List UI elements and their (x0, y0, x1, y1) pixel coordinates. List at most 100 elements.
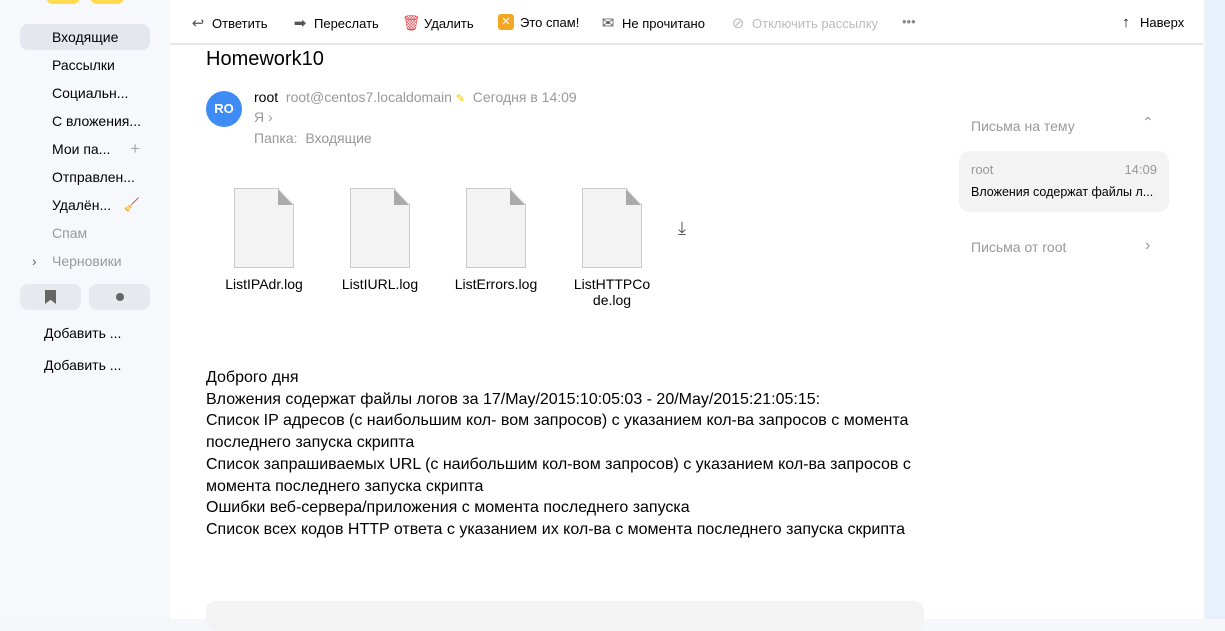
bookmark-icon (45, 290, 56, 304)
from-sender-link[interactable]: Письма от root (971, 239, 1066, 255)
body-line: Список всех кодов HTTP ответа с указание… (206, 520, 906, 538)
body-line: Вложения содержат файлы логов за 17/May/… (206, 390, 821, 408)
folder-name[interactable]: Входящие (305, 130, 371, 146)
add-link[interactable]: Добавить ... (44, 325, 121, 341)
thread-item[interactable]: root 14:09 Вложения содержат файлы л... (959, 151, 1169, 212)
trash-icon: 🗑 (402, 15, 422, 32)
folder-label: Удалён... (52, 197, 112, 213)
plus-icon[interactable]: + (130, 136, 140, 162)
folder-spam[interactable]: Спам (20, 220, 150, 246)
sender-badge-icon: ✎ (455, 93, 465, 105)
envelope-icon: ✉ (601, 15, 615, 32)
folder-my[interactable]: Мои па... + (20, 136, 150, 162)
arrow-up-icon: ↑ (1122, 14, 1130, 31)
folder-inbox[interactable]: Входящие (20, 24, 150, 50)
attachment[interactable]: ListIURL.log (330, 188, 430, 292)
folder-label: Папка: (254, 130, 298, 146)
message-date: Сегодня в 14:09 (472, 89, 577, 105)
chevron-right-icon[interactable]: › (32, 248, 37, 274)
folder-label: Мои па... (52, 141, 111, 157)
file-icon (350, 188, 410, 268)
body-line: Доброго дня (206, 369, 299, 386)
unread-filter-button[interactable] (89, 284, 150, 310)
thread-header[interactable]: Письма на тему (971, 118, 1075, 134)
chevron-up-icon[interactable]: ⌃ (1142, 114, 1154, 131)
avatar: RO (206, 91, 242, 127)
sender-line: root root@centos7.localdomain ✎ Сегодня … (254, 89, 577, 105)
sender-name[interactable]: root (254, 89, 278, 105)
label: Ответить (212, 15, 268, 31)
attachment-name: ListIURL.log (341, 276, 419, 292)
sender-email[interactable]: root@centos7.localdomain (286, 89, 452, 105)
from-sender-title: Письма от root (971, 239, 1067, 255)
thread-item-from: root (971, 162, 994, 177)
folder-social[interactable]: Социальн... (20, 80, 150, 106)
message-body: Доброго дня Вложения содержат файлы лого… (206, 367, 926, 541)
label: Переслать (314, 15, 379, 31)
add-link[interactable]: Добавить ... (44, 357, 121, 373)
body-line: Список запрашиваемых URL (с наибольшим к… (206, 455, 911, 495)
file-icon (466, 188, 526, 268)
folder-newsletters[interactable]: Рассылки (20, 52, 150, 78)
unsubscribe-button[interactable]: ⊘ Отключить рассылку (730, 14, 878, 32)
delete-button[interactable]: 🗑 Удалить (402, 14, 474, 32)
spam-button[interactable]: ✕ Это спам! (498, 14, 579, 30)
folder-label: Отправлен... (52, 169, 135, 185)
folder-attachments[interactable]: С вложения... (20, 108, 150, 134)
recipients-toggle[interactable]: Я › (254, 109, 273, 125)
toolbar: ↩ Ответить ➡ Переслать 🗑 Удалить ✕ Это спам!… (170, 0, 1203, 45)
unsubscribe-icon: ⊘ (731, 15, 745, 32)
body-line: Список IP адресов (с наибольшим кол- вом… (206, 412, 909, 452)
folder-label: Черновики (52, 253, 122, 269)
attachment-name: ListHTTPCode.log (573, 276, 651, 308)
label: Удалить (424, 15, 474, 31)
label: Это спам! (520, 14, 580, 30)
sidebar: Входящие Рассылки Социальн... С вложения… (0, 0, 170, 619)
reply-icon: ↩ (191, 15, 205, 32)
bookmark-filter-button[interactable] (20, 284, 81, 310)
compose-button[interactable] (46, 0, 80, 4)
message-view: ↩ Ответить ➡ Переслать 🗑 Удалить ✕ Это спам!… (170, 0, 1203, 631)
yellow-button[interactable] (90, 0, 124, 4)
chevron-right-icon: › (268, 109, 273, 125)
attachment-name: ListIPAdr.log (225, 276, 303, 292)
label: Наверх (1140, 15, 1185, 30)
forward-button[interactable]: ➡ Переслать (292, 14, 379, 32)
folder-sent[interactable]: Отправлен... (20, 164, 150, 190)
forward-icon: ➡ (293, 15, 307, 32)
reply-button[interactable]: ↩ Ответить (190, 14, 268, 32)
file-icon (234, 188, 294, 268)
folder-label: Социальн... (52, 85, 129, 101)
thread-item-time: 14:09 (1124, 162, 1157, 177)
label: Не прочитано (622, 15, 705, 31)
mark-unread-button[interactable]: ✉ Не прочитано (600, 14, 705, 32)
body-line: Ошибки веб-сервера/приложения с момента … (206, 499, 690, 517)
folder-label: Входящие (52, 29, 119, 45)
file-icon (582, 188, 642, 268)
attachment[interactable]: ListErrors.log (446, 188, 546, 292)
folder-deleted[interactable]: Удалён... 🧹 (20, 192, 150, 218)
message-subject: Homework10 (206, 48, 324, 70)
download-icon[interactable]: ⤓ (678, 218, 686, 239)
thread-title: Письма на тему (971, 118, 1075, 134)
folder-drafts[interactable]: › Черновики (20, 248, 150, 274)
chevron-right-icon[interactable]: › (1145, 237, 1150, 255)
broom-icon[interactable]: 🧹 (124, 192, 140, 218)
right-edge-panel (1205, 0, 1225, 619)
folder-label: Спам (52, 225, 88, 241)
folder-label: С вложения... (52, 113, 142, 129)
attachment-name: ListErrors.log (454, 276, 538, 292)
folder-label: Рассылки (52, 57, 115, 73)
spam-icon: ✕ (498, 14, 514, 30)
quick-reply-box[interactable] (206, 601, 924, 631)
dot-icon (116, 293, 124, 301)
attachment[interactable]: ListHTTPCode.log (562, 188, 662, 308)
attachment[interactable]: ListIPAdr.log (214, 188, 314, 292)
label: Отключить рассылку (752, 15, 879, 31)
thread-item-snippet: Вложения содержат файлы л... (971, 185, 1154, 199)
more-icon: ••• (902, 14, 916, 29)
recipient: Я (254, 109, 265, 125)
folder-line: Папка: Входящие (254, 130, 372, 146)
scroll-top-button[interactable]: ↑ Наверх (1118, 14, 1184, 31)
more-button[interactable]: ••• (902, 14, 916, 29)
